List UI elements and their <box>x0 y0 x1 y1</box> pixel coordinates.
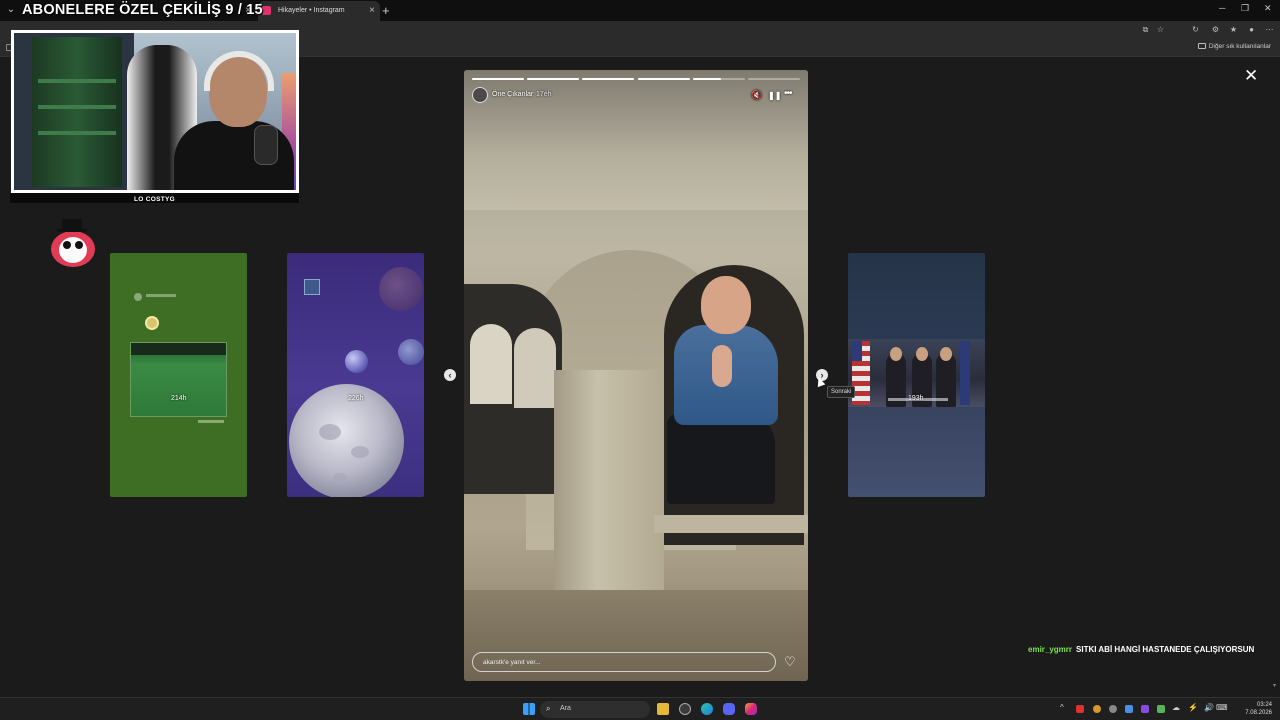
rgb-shelf <box>32 37 122 187</box>
story-progress-segment <box>692 78 745 80</box>
story-username[interactable]: Öne Çıkanlar <box>492 91 533 98</box>
close-window-button[interactable]: ✕ <box>1264 3 1272 14</box>
discord-icon[interactable] <box>723 703 735 715</box>
new-tab-button[interactable]: + <box>382 3 390 18</box>
reply-input[interactable] <box>472 652 776 672</box>
chat-username: emir_ygmrr <box>1028 645 1073 654</box>
pause-icon[interactable]: ❚❚ <box>768 91 781 100</box>
keyboard-icon[interactable]: ⌨ <box>1216 703 1228 712</box>
story-age: 214h <box>171 395 187 402</box>
story-time: 17éh <box>536 91 552 98</box>
story-progress-fill <box>692 78 722 80</box>
story-progress-fill <box>637 78 690 80</box>
side-story-1[interactable] <box>110 253 247 497</box>
story-progress-segment <box>747 78 800 80</box>
mute-icon[interactable]: 🔇 <box>751 90 762 101</box>
story-progress <box>472 78 800 80</box>
maximize-button[interactable]: ❐ <box>1241 3 1249 14</box>
clock-date: 7.08.2026 <box>1245 710 1272 716</box>
main-story[interactable]: Öne Çıkanlar 17éh 🔇 ❚❚ ••• ♡ <box>464 70 808 681</box>
chat-message: emir_ygmrr SITKI ABİ HANGİ HASTANEDE ÇALI… <box>1028 645 1254 654</box>
flag-image <box>960 341 970 405</box>
instagram-icon <box>262 6 271 15</box>
stone-pillar <box>554 370 664 600</box>
story-age: 193h <box>908 395 924 402</box>
app-tray-icon[interactable] <box>1141 705 1149 713</box>
file-explorer-icon[interactable] <box>657 703 669 715</box>
story-progress-fill <box>527 78 580 80</box>
app-tray-icon[interactable] <box>1157 705 1165 713</box>
edge-icon[interactable] <box>701 703 713 715</box>
side-story-2[interactable] <box>287 253 424 497</box>
windows-start-icon[interactable] <box>523 703 535 715</box>
tab-label: Hikayeler • Instagram <box>278 7 345 14</box>
favorites-icon[interactable]: ★ <box>1228 24 1239 35</box>
folder-icon <box>1197 43 1206 49</box>
story-age: 226h <box>348 395 364 402</box>
cloister-arches <box>464 284 562 494</box>
planet-image <box>379 267 423 311</box>
story-thumbnail-icon <box>304 279 320 295</box>
heart-icon[interactable]: ♡ <box>784 655 796 668</box>
side-story-3[interactable] <box>848 253 985 497</box>
taskbar: ⌕ Ara ^ ☁ ⚡ 🔊 ⌨ 03:24 7.08.2026 <box>0 697 1280 720</box>
extensions-icon[interactable]: ⚙ <box>1210 24 1221 35</box>
previous-story-button[interactable]: ‹ <box>444 369 456 381</box>
football-pitch-image <box>130 342 227 417</box>
giveaway-title: ABONELERE ÖZEL ÇEKİLİŞ 9 / 15 <box>22 2 263 18</box>
scroll-down-icon[interactable]: ▾ <box>1273 682 1278 689</box>
taskbar-search[interactable]: ⌕ Ara <box>540 701 650 718</box>
tray-overflow-icon[interactable]: ^ <box>1060 703 1064 712</box>
power-icon[interactable]: ⚡ <box>1188 703 1198 712</box>
story-progress-segment <box>527 78 580 80</box>
other-favorites-label: Diğer sık kullanılanlar <box>1208 43 1271 50</box>
open-in-app-icon[interactable]: ⧉ <box>1140 24 1151 35</box>
story-progress-fill <box>472 78 525 80</box>
webcam-overlay <box>11 30 299 193</box>
story-progress-fill <box>582 78 635 80</box>
tab-instagram[interactable]: Hikayeler • Instagram × <box>258 1 380 21</box>
story-progress-segment <box>472 78 525 80</box>
clock[interactable]: 03:24 7.08.2026 <box>1245 701 1272 717</box>
address-bar[interactable] <box>300 23 1140 37</box>
instagram-icon[interactable] <box>745 703 757 715</box>
favorite-star-icon[interactable]: ☆ <box>1155 24 1166 35</box>
profile-icon[interactable]: ● <box>1246 24 1257 35</box>
record-icon[interactable] <box>1076 705 1084 713</box>
search-label: Ara <box>560 705 571 712</box>
cam-logo: LO COSTYG <box>134 196 175 203</box>
panda-mascot-logo <box>49 219 97 269</box>
tab-close-icon[interactable]: × <box>369 5 375 16</box>
coin-sticker <box>145 316 159 330</box>
avatar[interactable] <box>472 87 488 103</box>
app-tray-icon[interactable] <box>1093 705 1101 713</box>
search-icon: ⌕ <box>546 704 551 713</box>
app-tray-icon[interactable] <box>1125 705 1133 713</box>
story-progress-segment <box>582 78 635 80</box>
app-tray-icon[interactable] <box>1109 705 1117 713</box>
next-tooltip: Sonraki <box>827 386 856 398</box>
planet-image <box>345 350 368 373</box>
chat-text: SITKI ABİ HANGİ HASTANEDE ÇALIŞIYORSUN <box>1076 645 1255 654</box>
clock-time: 03:24 <box>1256 702 1272 708</box>
minimize-button[interactable]: ─ <box>1219 3 1225 13</box>
tab-actions-icon[interactable]: ⌄ <box>4 3 18 17</box>
cloud-icon[interactable]: ☁ <box>1172 703 1180 712</box>
close-icon[interactable]: ✕ <box>1244 67 1258 84</box>
menu-icon[interactable]: ⋯ <box>1264 24 1275 35</box>
scrollbar[interactable]: ▾ <box>1271 57 1280 697</box>
more-options-icon[interactable]: ••• <box>784 88 792 99</box>
other-favorites[interactable]: Diğer sık kullanılanlar <box>1197 43 1271 50</box>
moon-image <box>289 384 404 497</box>
refresh-icon[interactable]: ↻ <box>1190 24 1201 35</box>
volume-icon[interactable]: 🔊 <box>1204 703 1214 712</box>
microphone <box>254 125 278 165</box>
planet-image <box>398 339 424 365</box>
avatar <box>134 293 142 301</box>
settings-icon[interactable] <box>679 703 691 715</box>
story-progress-segment <box>637 78 690 80</box>
